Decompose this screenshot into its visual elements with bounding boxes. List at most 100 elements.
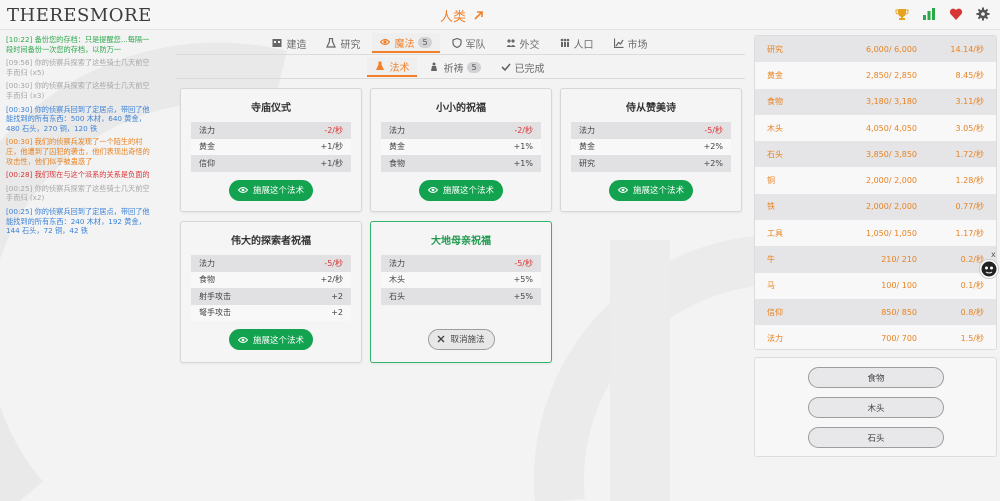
tab-magic[interactable]: 魔法 5 bbox=[372, 33, 440, 53]
tab-label: 研究 bbox=[340, 39, 361, 51]
spell-card: 侍从赞美诗 法力 -5/秒 黄金 +2% 研究 +2% 施展这个法术 bbox=[560, 88, 742, 212]
trophy-icon[interactable] bbox=[895, 7, 909, 21]
stat-row: 信仰 +1/秒 bbox=[191, 155, 351, 172]
resource-row[interactable]: 石头 3,850/ 3,850 1.72/秒 bbox=[755, 141, 996, 168]
resource-amount: 6,000/ 6,000 bbox=[865, 44, 917, 54]
stat-value: -5/秒 bbox=[324, 258, 343, 268]
tab-label: 祈祷 bbox=[443, 63, 464, 75]
gather-food-button[interactable]: 食物 bbox=[808, 367, 944, 388]
stat-row: 法力 -5/秒 bbox=[381, 255, 541, 272]
stat-value: +2% bbox=[703, 142, 723, 152]
tab-label: 人口 bbox=[573, 39, 594, 51]
github-mascot-icon[interactable] bbox=[979, 259, 999, 279]
stat-row: 食物 +1% bbox=[381, 155, 541, 172]
log-entry: [00:28] 我们现在与这个派系的关系是负面的 bbox=[6, 170, 150, 180]
cancel-spell-button[interactable]: 取消施法 bbox=[427, 328, 495, 350]
stat-name: 黄金 bbox=[199, 142, 215, 152]
stat-value: +2% bbox=[703, 158, 723, 168]
stat-row: 射手攻击 +2 bbox=[191, 288, 351, 305]
spell-title: 伟大的探索者祝福 bbox=[231, 236, 311, 247]
gather-stone-button[interactable]: 石头 bbox=[808, 427, 944, 448]
log-entry: [00:30] 你的侦察兵回到了定居点，带回了他能找到的所有东西：500 木材，… bbox=[6, 104, 150, 133]
resource-rate: 8.45/秒 bbox=[955, 70, 984, 80]
tab-build[interactable]: 建造 bbox=[264, 33, 314, 53]
stat-row: 法力 -2/秒 bbox=[191, 122, 351, 139]
stat-name: 法力 bbox=[389, 125, 405, 135]
resource-row[interactable]: 马 100/ 100 0.1/秒 bbox=[755, 272, 996, 299]
spell-title: 侍从赞美诗 bbox=[626, 103, 676, 114]
resource-name: 食物 bbox=[767, 97, 783, 107]
stat-name: 食物 bbox=[389, 158, 405, 168]
resource-amount: 100/ 100 bbox=[881, 281, 917, 291]
stat-value: +2 bbox=[331, 308, 343, 318]
resource-amount: 3,850/ 3,850 bbox=[865, 149, 917, 159]
stat-value: +2 bbox=[331, 291, 343, 301]
app-logo[interactable]: THERESMORE bbox=[7, 5, 152, 26]
resource-name: 信仰 bbox=[767, 307, 783, 317]
building-icon bbox=[272, 39, 282, 47]
log-entry: [00:30] 我们的侦察兵发现了一个陌生的村庄，他遭到了囚犯的袭击，他们表现出… bbox=[6, 137, 150, 166]
stat-row: 法力 -2/秒 bbox=[381, 122, 541, 139]
stat-name: 法力 bbox=[389, 258, 405, 268]
close-icon bbox=[437, 335, 445, 343]
tab-army[interactable]: 军队 bbox=[444, 33, 494, 53]
eye-icon bbox=[427, 187, 438, 193]
resource-row[interactable]: 木头 4,050/ 4,050 3.05/秒 bbox=[755, 114, 996, 142]
tab-count-badge: 5 bbox=[467, 61, 481, 73]
resource-row[interactable]: 研究 6,000/ 6,000 14.14/秒 bbox=[755, 36, 996, 63]
population-icon bbox=[560, 38, 569, 47]
resource-row[interactable]: 铁 2,000/ 2,000 0.77/秒 bbox=[755, 193, 996, 221]
stat-name: 射手攻击 bbox=[199, 291, 231, 301]
cast-spell-button[interactable]: 施展这个法术 bbox=[419, 179, 503, 201]
resource-row[interactable]: 工具 1,050/ 1,050 1.17/秒 bbox=[755, 220, 996, 247]
tab-spells[interactable]: 法术 bbox=[367, 57, 418, 77]
stats-chart-icon[interactable] bbox=[922, 7, 936, 21]
message-log: [10:22] 备份您的存档：只是提醒您...每隔一段时间备份一次您的存档，以防… bbox=[6, 35, 156, 240]
stat-name: 法力 bbox=[579, 125, 595, 135]
resource-rate: 1.72/秒 bbox=[955, 149, 984, 159]
tab-research[interactable]: 研究 bbox=[318, 33, 368, 53]
cast-spell-button[interactable]: 施展这个法术 bbox=[229, 179, 313, 201]
stat-row: 食物 +2/秒 bbox=[191, 271, 351, 288]
logo-text: THERESMORE bbox=[7, 5, 152, 26]
resource-row[interactable]: 铜 2,000/ 2,000 1.28/秒 bbox=[755, 167, 996, 194]
pray-icon bbox=[431, 62, 438, 71]
resource-rate: 1.5/秒 bbox=[960, 333, 984, 343]
resource-amount: 850/ 850 bbox=[881, 307, 917, 317]
resource-row[interactable]: 牛 210/ 210 0.2/秒 bbox=[755, 246, 996, 273]
resource-rate: 0.77/秒 bbox=[955, 202, 984, 212]
tab-completed[interactable]: 已完成 bbox=[493, 57, 553, 77]
tab-diplomacy[interactable]: 外交 bbox=[498, 33, 548, 53]
gear-icon[interactable] bbox=[976, 7, 990, 21]
button-label: 取消施法 bbox=[450, 335, 485, 345]
spell-card-active: 大地母亲祝福 法力 -5/秒 木头 +5% 石头 +5% 取消施法 bbox=[370, 221, 552, 363]
cast-spell-button[interactable]: 施展这个法术 bbox=[609, 179, 693, 201]
resource-row[interactable]: 黄金 2,850/ 2,850 8.45/秒 bbox=[755, 62, 996, 89]
tab-population[interactable]: 人口 bbox=[552, 33, 602, 53]
side-widget-close[interactable]: x bbox=[991, 250, 996, 259]
heart-icon[interactable] bbox=[949, 7, 963, 21]
resource-row[interactable]: 信仰 850/ 850 0.8/秒 bbox=[755, 298, 996, 326]
shield-icon bbox=[451, 38, 462, 48]
resource-name: 铁 bbox=[767, 202, 775, 212]
stat-name: 研究 bbox=[579, 158, 595, 168]
button-label: 施展这个法术 bbox=[252, 186, 304, 196]
tab-prayers[interactable]: 祈祷 5 bbox=[421, 57, 488, 77]
cast-spell-button[interactable]: 施展这个法术 bbox=[229, 329, 313, 350]
resource-name: 研究 bbox=[767, 44, 783, 54]
log-entry: [10:22] 备份您的存档：只是提醒您...每隔一段时间备份一次您的存档，以防… bbox=[6, 35, 150, 54]
resource-amount: 4,050/ 4,050 bbox=[865, 123, 917, 133]
resource-amount: 3,180/ 3,180 bbox=[865, 97, 917, 107]
tab-label: 军队 bbox=[465, 39, 486, 51]
civilization-label[interactable]: 人类 bbox=[440, 6, 484, 25]
resource-row[interactable]: 食物 3,180/ 3,180 3.11/秒 bbox=[755, 88, 996, 115]
gather-wood-button[interactable]: 木头 bbox=[808, 397, 944, 418]
flask-icon bbox=[376, 61, 385, 70]
log-entry: [00:25] 你的侦察兵探索了这些骑士几天前空手而归 (x2) bbox=[6, 183, 150, 203]
stat-value: +1% bbox=[513, 158, 533, 168]
stat-row: 黄金 +1% bbox=[381, 138, 541, 155]
stat-value: +5% bbox=[513, 275, 533, 285]
tab-market[interactable]: 市场 bbox=[606, 33, 656, 53]
log-entry: [09:56] 你的侦察兵探索了这些骑士几天前空手而归 (x5) bbox=[6, 58, 150, 77]
resource-row[interactable]: 法力 700/ 700 1.5/秒 bbox=[755, 325, 996, 349]
